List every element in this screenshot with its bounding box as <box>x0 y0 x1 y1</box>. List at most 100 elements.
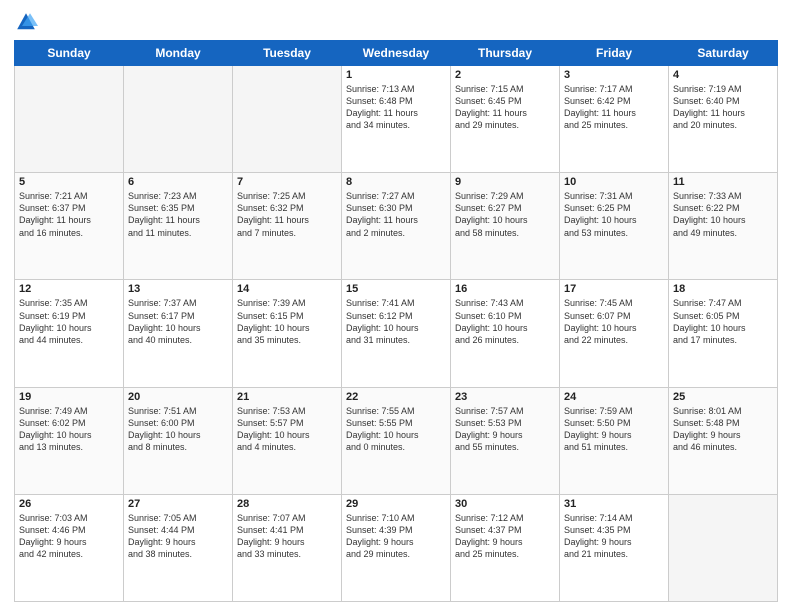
calendar-cell: 20 Sunrise: 7:51 AM Sunset: 6:00 PM Dayli… <box>124 387 233 494</box>
day-number: 4 <box>673 69 773 81</box>
day-number: 26 <box>19 498 119 510</box>
calendar-cell: 12Sunrise: 7:35 AM Sunset: 6:19 PM Dayli… <box>15 280 124 387</box>
day-number: 17 <box>564 283 664 295</box>
day-number: 5 <box>19 176 119 188</box>
calendar-cell: 9 Sunrise: 7:29 AM Sunset: 6:27 PM Daylig… <box>451 173 560 280</box>
calendar-table: SundayMondayTuesdayWednesdayThursdayFrid… <box>14 40 778 602</box>
weekday-header: Friday <box>560 41 669 66</box>
calendar-cell: 7 Sunrise: 7:25 AM Sunset: 6:32 PM Daylig… <box>233 173 342 280</box>
day-number: 30 <box>455 498 555 510</box>
day-info: Sunrise: 7:55 AM Sunset: 5:55 PM Dayligh… <box>346 405 446 454</box>
calendar-cell: 25 Sunrise: 8:01 AM Sunset: 5:48 PM Dayli… <box>669 387 778 494</box>
day-info: Sunrise: 7:23 AM Sunset: 6:35 PM Dayligh… <box>128 190 228 239</box>
calendar-cell: 18 Sunrise: 7:47 AM Sunset: 6:05 PM Dayli… <box>669 280 778 387</box>
day-info: Sunrise: 7:21 AM Sunset: 6:37 PM Dayligh… <box>19 190 119 239</box>
day-info: Sunrise: 7:59 AM Sunset: 5:50 PM Dayligh… <box>564 405 664 454</box>
day-number: 3 <box>564 69 664 81</box>
calendar-cell: 11 Sunrise: 7:33 AM Sunset: 6:22 PM Dayli… <box>669 173 778 280</box>
header <box>14 10 778 34</box>
day-number: 12 <box>19 283 119 295</box>
weekday-header: Sunday <box>15 41 124 66</box>
day-number: 15 <box>346 283 446 295</box>
day-number: 28 <box>237 498 337 510</box>
day-number: 22 <box>346 391 446 403</box>
day-number: 11 <box>673 176 773 188</box>
calendar-week-row: 1 Sunrise: 7:13 AM Sunset: 6:48 PM Daylig… <box>15 66 778 173</box>
weekday-header: Tuesday <box>233 41 342 66</box>
day-info: Sunrise: 7:13 AM Sunset: 6:48 PM Dayligh… <box>346 83 446 132</box>
day-number: 29 <box>346 498 446 510</box>
day-info: Sunrise: 7:03 AM Sunset: 4:46 PM Dayligh… <box>19 512 119 561</box>
calendar-cell: 2Sunrise: 7:15 AM Sunset: 6:45 PM Daylig… <box>451 66 560 173</box>
day-info: Sunrise: 7:33 AM Sunset: 6:22 PM Dayligh… <box>673 190 773 239</box>
logo <box>14 10 40 34</box>
calendar-cell: 14 Sunrise: 7:39 AM Sunset: 6:15 PM Dayli… <box>233 280 342 387</box>
day-number: 7 <box>237 176 337 188</box>
calendar-header-row: SundayMondayTuesdayWednesdayThursdayFrid… <box>15 41 778 66</box>
day-number: 24 <box>564 391 664 403</box>
day-number: 10 <box>564 176 664 188</box>
calendar-cell: 13Sunrise: 7:37 AM Sunset: 6:17 PM Dayli… <box>124 280 233 387</box>
calendar-cell: 29 Sunrise: 7:10 AM Sunset: 4:39 PM Dayli… <box>342 494 451 601</box>
day-info: Sunrise: 8:01 AM Sunset: 5:48 PM Dayligh… <box>673 405 773 454</box>
day-number: 20 <box>128 391 228 403</box>
day-number: 13 <box>128 283 228 295</box>
day-number: 31 <box>564 498 664 510</box>
weekday-header: Thursday <box>451 41 560 66</box>
calendar-cell: 8 Sunrise: 7:27 AM Sunset: 6:30 PM Daylig… <box>342 173 451 280</box>
day-info: Sunrise: 7:25 AM Sunset: 6:32 PM Dayligh… <box>237 190 337 239</box>
day-info: Sunrise: 7:05 AM Sunset: 4:44 PM Dayligh… <box>128 512 228 561</box>
calendar-cell: 3 Sunrise: 7:17 AM Sunset: 6:42 PM Daylig… <box>560 66 669 173</box>
calendar-cell: 27Sunrise: 7:05 AM Sunset: 4:44 PM Dayli… <box>124 494 233 601</box>
weekday-header: Wednesday <box>342 41 451 66</box>
day-number: 8 <box>346 176 446 188</box>
day-info: Sunrise: 7:51 AM Sunset: 6:00 PM Dayligh… <box>128 405 228 454</box>
calendar-cell: 28 Sunrise: 7:07 AM Sunset: 4:41 PM Dayli… <box>233 494 342 601</box>
calendar-cell <box>233 66 342 173</box>
day-info: Sunrise: 7:47 AM Sunset: 6:05 PM Dayligh… <box>673 297 773 346</box>
day-number: 6 <box>128 176 228 188</box>
calendar-cell <box>15 66 124 173</box>
day-number: 25 <box>673 391 773 403</box>
day-number: 23 <box>455 391 555 403</box>
calendar-cell: 22 Sunrise: 7:55 AM Sunset: 5:55 PM Dayli… <box>342 387 451 494</box>
calendar-cell: 4 Sunrise: 7:19 AM Sunset: 6:40 PM Daylig… <box>669 66 778 173</box>
calendar-cell: 1 Sunrise: 7:13 AM Sunset: 6:48 PM Daylig… <box>342 66 451 173</box>
day-number: 1 <box>346 69 446 81</box>
calendar-cell: 10 Sunrise: 7:31 AM Sunset: 6:25 PM Dayli… <box>560 173 669 280</box>
day-info: Sunrise: 7:10 AM Sunset: 4:39 PM Dayligh… <box>346 512 446 561</box>
day-info: Sunrise: 7:43 AM Sunset: 6:10 PM Dayligh… <box>455 297 555 346</box>
day-info: Sunrise: 7:29 AM Sunset: 6:27 PM Dayligh… <box>455 190 555 239</box>
logo-icon <box>14 10 38 34</box>
calendar-cell: 15Sunrise: 7:41 AM Sunset: 6:12 PM Dayli… <box>342 280 451 387</box>
day-info: Sunrise: 7:39 AM Sunset: 6:15 PM Dayligh… <box>237 297 337 346</box>
day-number: 21 <box>237 391 337 403</box>
calendar-cell <box>124 66 233 173</box>
day-info: Sunrise: 7:12 AM Sunset: 4:37 PM Dayligh… <box>455 512 555 561</box>
calendar-cell: 5 Sunrise: 7:21 AM Sunset: 6:37 PM Daylig… <box>15 173 124 280</box>
calendar-cell: 31Sunrise: 7:14 AM Sunset: 4:35 PM Dayli… <box>560 494 669 601</box>
day-info: Sunrise: 7:17 AM Sunset: 6:42 PM Dayligh… <box>564 83 664 132</box>
day-info: Sunrise: 7:27 AM Sunset: 6:30 PM Dayligh… <box>346 190 446 239</box>
day-info: Sunrise: 7:53 AM Sunset: 5:57 PM Dayligh… <box>237 405 337 454</box>
day-info: Sunrise: 7:31 AM Sunset: 6:25 PM Dayligh… <box>564 190 664 239</box>
day-number: 19 <box>19 391 119 403</box>
weekday-header: Saturday <box>669 41 778 66</box>
calendar-cell: 26 Sunrise: 7:03 AM Sunset: 4:46 PM Dayli… <box>15 494 124 601</box>
calendar-cell: 21 Sunrise: 7:53 AM Sunset: 5:57 PM Dayli… <box>233 387 342 494</box>
day-info: Sunrise: 7:45 AM Sunset: 6:07 PM Dayligh… <box>564 297 664 346</box>
calendar-cell: 23 Sunrise: 7:57 AM Sunset: 5:53 PM Dayli… <box>451 387 560 494</box>
day-number: 14 <box>237 283 337 295</box>
day-info: Sunrise: 7:07 AM Sunset: 4:41 PM Dayligh… <box>237 512 337 561</box>
day-number: 9 <box>455 176 555 188</box>
calendar-week-row: 19 Sunrise: 7:49 AM Sunset: 6:02 PM Dayli… <box>15 387 778 494</box>
day-info: Sunrise: 7:19 AM Sunset: 6:40 PM Dayligh… <box>673 83 773 132</box>
day-info: Sunrise: 7:49 AM Sunset: 6:02 PM Dayligh… <box>19 405 119 454</box>
calendar-cell: 16 Sunrise: 7:43 AM Sunset: 6:10 PM Dayli… <box>451 280 560 387</box>
day-number: 2 <box>455 69 555 81</box>
day-number: 16 <box>455 283 555 295</box>
day-info: Sunrise: 7:57 AM Sunset: 5:53 PM Dayligh… <box>455 405 555 454</box>
calendar-week-row: 5 Sunrise: 7:21 AM Sunset: 6:37 PM Daylig… <box>15 173 778 280</box>
calendar-week-row: 26 Sunrise: 7:03 AM Sunset: 4:46 PM Dayli… <box>15 494 778 601</box>
day-number: 18 <box>673 283 773 295</box>
